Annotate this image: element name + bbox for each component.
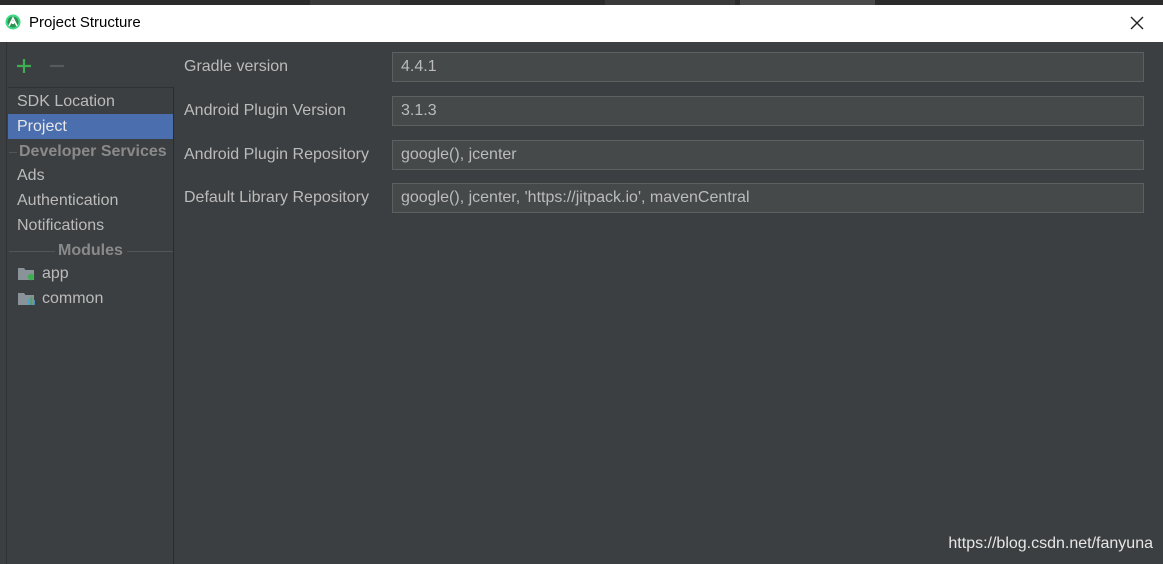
sidebar-item-label: Ads: [17, 167, 45, 184]
android-plugin-version-field[interactable]: [392, 96, 1144, 126]
default-library-repository-label: Default Library Repository: [184, 189, 369, 206]
sidebar-item-authentication[interactable]: Authentication: [8, 188, 173, 213]
module-item-app[interactable]: app: [8, 261, 173, 286]
sidebar-item-label: Notifications: [17, 217, 105, 234]
project-structure-sidebar: SDK Location Project Developer Services …: [8, 87, 174, 564]
modules-header: Modules: [8, 238, 173, 263]
sidebar-item-label: Authentication: [17, 192, 119, 209]
sidebar-item-sdk-location[interactable]: SDK Location: [8, 89, 173, 114]
gradle-version-field[interactable]: [392, 52, 1144, 82]
sidebar-item-notifications[interactable]: Notifications: [8, 213, 173, 238]
android-plugin-version-label: Android Plugin Version: [184, 102, 346, 119]
sidebar-item-project[interactable]: Project: [8, 114, 173, 139]
module-label: common: [42, 290, 104, 307]
sidebar-toolbar: [8, 52, 173, 82]
android-studio-icon: [5, 14, 21, 30]
close-icon[interactable]: [1127, 13, 1147, 33]
sidebar-item-label: SDK Location: [17, 93, 115, 110]
developer-services-header: Developer Services: [8, 139, 173, 164]
window-title: Project Structure: [29, 14, 141, 31]
left-edge: [0, 42, 7, 564]
android-module-folder-icon: [18, 268, 35, 281]
sidebar-item-ads[interactable]: Ads: [8, 163, 173, 188]
gradle-version-label: Gradle version: [184, 58, 289, 75]
android-plugin-repository-label: Android Plugin Repository: [184, 146, 369, 163]
watermark-text: https://blog.csdn.net/fanyuna: [948, 535, 1153, 552]
library-module-folder-icon: [18, 293, 35, 305]
minus-icon[interactable]: [48, 57, 66, 75]
module-label: app: [42, 265, 69, 282]
sidebar-item-label: Project: [17, 118, 67, 135]
default-library-repository-field[interactable]: [392, 183, 1144, 213]
plus-icon[interactable]: [15, 57, 33, 75]
project-settings-panel: Gradle version Android Plugin Version An…: [175, 42, 1163, 564]
module-item-common[interactable]: common: [8, 286, 173, 311]
title-bar[interactable]: Project Structure: [0, 5, 1163, 42]
android-plugin-repository-field[interactable]: [392, 140, 1144, 170]
